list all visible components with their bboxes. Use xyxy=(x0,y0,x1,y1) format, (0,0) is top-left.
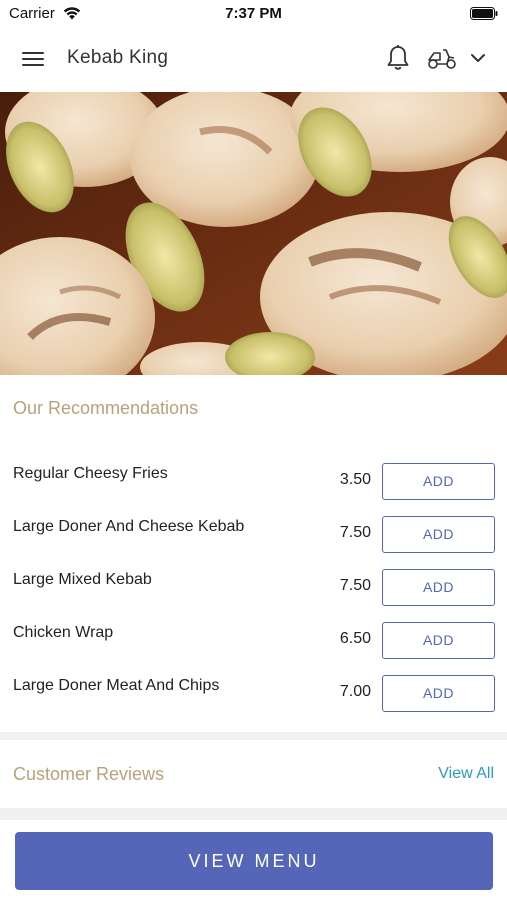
item-name: Large Mixed Kebab xyxy=(13,571,152,588)
item-name: Chicken Wrap xyxy=(13,624,114,641)
bell-icon[interactable] xyxy=(385,44,411,72)
app-bar: Kebab King xyxy=(0,28,507,92)
view-all-link[interactable]: View All xyxy=(438,765,494,783)
reviews-title: Customer Reviews xyxy=(13,764,165,784)
status-bar: Carrier 7:37 PM xyxy=(0,0,507,28)
item-name: Large Doner Meat And Chips xyxy=(13,677,220,694)
item-price: 3.50 xyxy=(339,471,371,488)
battery-icon xyxy=(470,7,498,20)
section-divider xyxy=(0,808,507,820)
list-item: Chicken Wrap 6.50 ADD xyxy=(0,614,507,667)
item-price: 6.50 xyxy=(339,630,371,647)
list-item: Large Doner Meat And Chips 7.00 ADD xyxy=(0,667,507,720)
item-price: 7.50 xyxy=(339,524,371,541)
menu-icon[interactable] xyxy=(22,50,44,68)
item-name: Large Doner And Cheese Kebab xyxy=(13,518,245,535)
list-item: Large Mixed Kebab 7.50 ADD xyxy=(0,561,507,614)
add-button[interactable]: ADD xyxy=(382,463,495,500)
item-name: Regular Cheesy Fries xyxy=(13,465,168,482)
list-item: Regular Cheesy Fries 3.50 ADD xyxy=(0,455,507,508)
add-button[interactable]: ADD xyxy=(382,516,495,553)
scooter-icon[interactable] xyxy=(426,45,458,71)
add-button[interactable]: ADD xyxy=(382,622,495,659)
recommendations-title: Our Recommendations xyxy=(13,398,199,418)
view-menu-button[interactable]: VIEW MENU xyxy=(15,832,493,890)
bottom-bar: VIEW MENU xyxy=(0,820,507,900)
add-button[interactable]: ADD xyxy=(382,569,495,606)
list-item: Large Doner And Cheese Kebab 7.50 ADD xyxy=(0,508,507,561)
section-divider xyxy=(0,732,507,740)
kebab-skewers-illustration xyxy=(0,92,507,375)
status-time: 7:37 PM xyxy=(225,5,282,22)
item-price: 7.50 xyxy=(339,577,371,594)
chevron-down-icon[interactable] xyxy=(468,50,488,66)
add-button[interactable]: ADD xyxy=(382,675,495,712)
hero-image xyxy=(0,92,507,375)
restaurant-title: Kebab King xyxy=(67,47,169,68)
item-price: 7.00 xyxy=(339,683,371,700)
